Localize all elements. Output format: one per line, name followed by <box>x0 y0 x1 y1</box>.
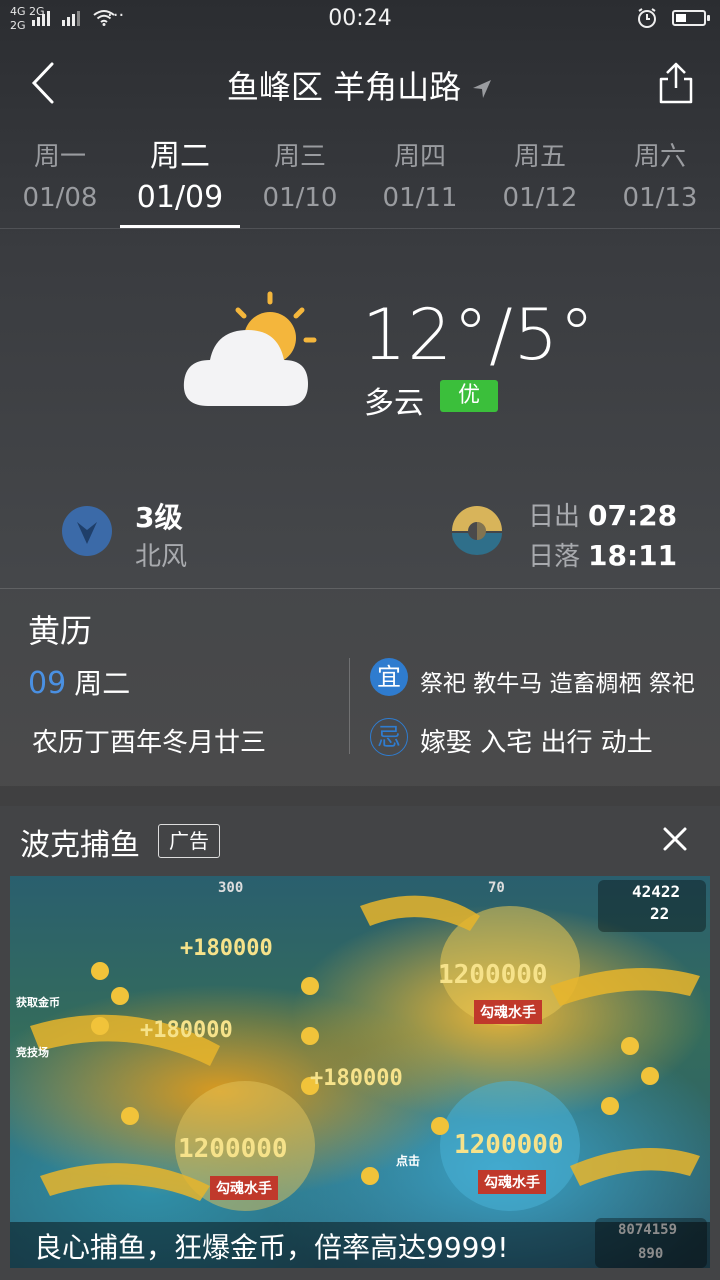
weather-condition: 多云 <box>364 386 424 421</box>
tab-date: 01/08 <box>22 183 98 213</box>
alarm-icon <box>638 8 656 28</box>
yi-badge: 宜 <box>370 658 408 696</box>
sunset-time: 18:11 <box>588 539 678 572</box>
lunar-date: 农历丁酉年冬月廿三 <box>32 728 267 758</box>
ad-prize-3: 1200000 <box>454 1130 564 1160</box>
tab-day-5[interactable]: 周五 01/12 <box>480 138 600 220</box>
location-name: 鱼峰区 羊角山路 <box>226 68 462 106</box>
close-ad-button[interactable] <box>660 824 690 854</box>
ad-title[interactable]: 波克捕鱼 <box>20 820 140 864</box>
tab-weekday: 周六 <box>633 142 686 172</box>
sunset-row: 日落 18:11 <box>528 536 677 573</box>
ad-image[interactable]: 42422 22 300 70 1200000 1200000 1200000 … <box>10 876 710 1268</box>
wind-direction-icon <box>62 506 112 556</box>
tab-date: 01/11 <box>382 183 458 213</box>
ad-click-label: 点击 <box>396 1154 421 1168</box>
tab-day-4[interactable]: 周四 01/11 <box>360 138 480 220</box>
battery-icon <box>672 10 710 26</box>
ad-bonus: +180000 <box>140 1018 233 1043</box>
almanac-weekday: 周二 <box>74 667 131 700</box>
wind-direction: 北风 <box>135 542 188 572</box>
tab-day-3[interactable]: 周三 01/10 <box>240 138 360 220</box>
sunrise-time: 07:28 <box>588 499 678 532</box>
wind-level: 3级 <box>135 501 183 534</box>
almanac-title: 黄历 <box>28 612 93 650</box>
ad-bonus: +180000 <box>310 1066 403 1091</box>
tabs-divider <box>0 228 720 229</box>
yi-activities: 祭祀 教牛马 造畜椆栖 祭祀 <box>420 671 695 697</box>
sunrise-sunset-icon <box>452 506 502 555</box>
ad-prize-1: 1200000 <box>438 960 548 990</box>
almanac-date: 09 周二 <box>28 662 130 702</box>
location-arrow-icon <box>473 80 492 98</box>
day-tabs: 周一 01/08 周二 01/09 周三 01/10 周四 01/11 周五 0… <box>0 138 720 228</box>
ji-badge: 忌 <box>370 718 408 756</box>
tab-date: 01/12 <box>502 183 578 213</box>
tab-day-2[interactable]: 周二 01/09 <box>120 138 240 228</box>
tab-weekday: 周五 <box>513 142 566 172</box>
ad-badge-1: 勾魂水手 <box>474 1000 542 1024</box>
header: 鱼峰区 羊角山路 <box>0 48 720 118</box>
clock: 00:24 <box>328 6 392 31</box>
tab-day-1[interactable]: 周一 01/08 <box>0 138 120 220</box>
tab-date: 01/09 <box>136 180 224 215</box>
tab-weekday: 周三 <box>273 142 326 172</box>
ad-prize-2: 1200000 <box>178 1134 288 1164</box>
ad-bet-right: 70 <box>488 880 505 896</box>
ji-activities: 嫁娶 入宅 出行 动土 <box>420 728 653 758</box>
tab-day-6[interactable]: 周六 01/13 <box>600 138 720 220</box>
status-bar: 4G 2G 2G ··· 00:24 <box>0 0 720 40</box>
temperature-range: 12°/5° <box>362 294 596 376</box>
ad-side-label-2: 竞技场 <box>16 1046 49 1059</box>
tab-weekday: 周四 <box>393 142 446 172</box>
almanac-day-number: 09 <box>28 666 67 701</box>
ad-bet-left: 300 <box>218 880 244 896</box>
ad-side-label: 获取金币 <box>16 996 60 1009</box>
ad-bonus: +180000 <box>180 936 273 961</box>
tab-weekday: 周二 <box>150 139 210 174</box>
almanac-divider <box>349 658 350 754</box>
ad-gems: 22 <box>650 904 670 923</box>
ad-caption: 良心捕鱼，狂爆金币，倍率高达9999! <box>34 1231 509 1264</box>
partly-cloudy-icon <box>183 291 317 406</box>
sunrise-label: 日出 <box>528 502 581 532</box>
battery-level <box>676 14 686 22</box>
page-title: 鱼峰区 羊角山路 <box>0 62 720 108</box>
tab-weekday: 周一 <box>33 142 86 172</box>
section-divider <box>0 588 720 589</box>
air-quality-badge[interactable]: 优 <box>440 380 499 412</box>
status-right <box>636 7 710 29</box>
tab-date: 01/13 <box>622 183 698 213</box>
share-button[interactable] <box>654 60 698 106</box>
sunset-label: 日落 <box>528 542 581 572</box>
ad-label: 广告 <box>158 824 220 858</box>
section-gap <box>0 786 720 806</box>
ad-badge-2: 勾魂水手 <box>210 1176 278 1200</box>
sunrise-row: 日出 07:28 <box>528 496 677 533</box>
ad-badge-3: 勾魂水手 <box>478 1170 546 1194</box>
ad-score: 42422 <box>632 882 681 901</box>
tab-date: 01/10 <box>262 183 338 213</box>
